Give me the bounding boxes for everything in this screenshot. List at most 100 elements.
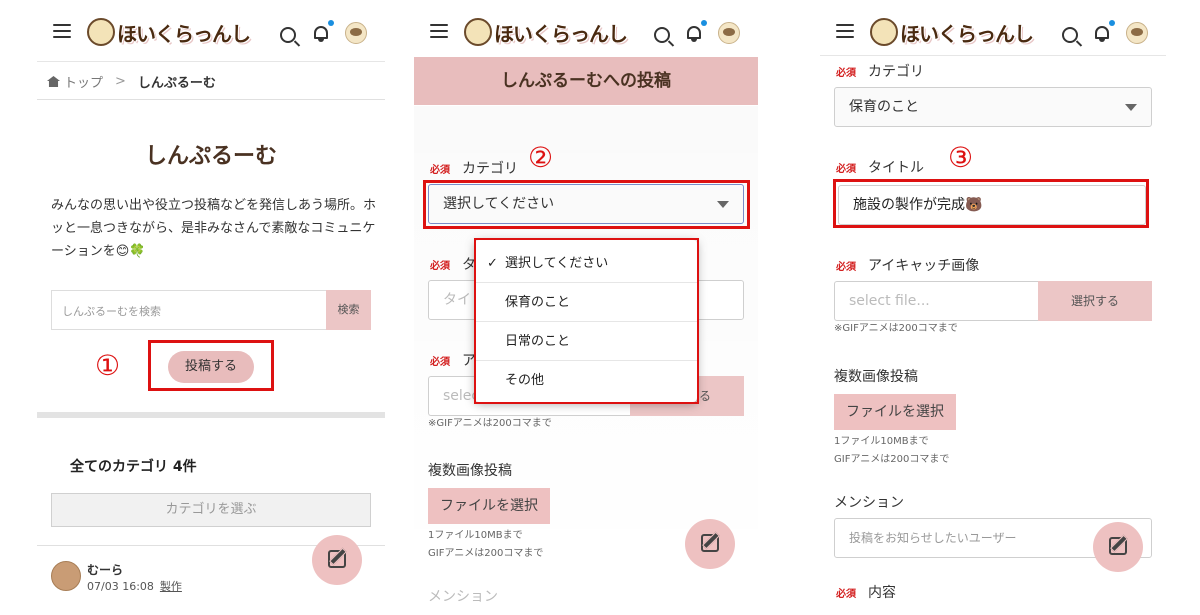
section-separator — [37, 412, 385, 418]
bell-icon[interactable] — [1094, 20, 1115, 42]
logo-text: ほいくらっんし — [117, 21, 251, 46]
file-select-button[interactable]: 選択する — [1038, 281, 1152, 321]
mascot-icon — [870, 18, 898, 46]
highlight-box — [474, 238, 699, 404]
step-number-3: ③ — [948, 141, 974, 174]
search-button[interactable]: 検索 — [326, 290, 371, 330]
eyecatch-label: 必須 アイキャッチ画像 — [836, 255, 979, 275]
category-count: 全てのカテゴリ 4件 — [70, 459, 197, 475]
app-logo[interactable]: ほいくらっんし — [87, 14, 251, 50]
title-placeholder: タイ — [443, 292, 471, 308]
step-number-2: ② — [528, 141, 554, 174]
notification-dot — [1109, 20, 1115, 26]
logo-text: ほいくらっんし — [494, 21, 628, 46]
mention-label: メンション — [834, 495, 904, 511]
search-icon[interactable] — [280, 27, 296, 43]
mascot-icon — [464, 18, 492, 46]
gif-limit-note: GIFアニメは200コマまで — [834, 454, 950, 465]
page-title: しんぷるーむ — [144, 144, 277, 169]
post-author-avatar[interactable] — [51, 561, 81, 591]
mention-placeholder: 投稿をお知らせしたいユーザー — [849, 531, 1017, 545]
post-button[interactable]: 投稿する — [168, 351, 254, 383]
content-label-text: 内容 — [868, 585, 896, 601]
post-category-tag[interactable]: 製作 — [160, 580, 182, 593]
compose-fab-button[interactable] — [1093, 522, 1143, 572]
search-icon[interactable] — [1062, 27, 1078, 43]
category-select-value: 保育のこと — [849, 99, 919, 115]
hamburger-menu-icon[interactable] — [53, 24, 71, 38]
bell-icon[interactable] — [313, 20, 334, 42]
post-date: 07/03 16:08 — [87, 580, 154, 593]
required-badge: 必須 — [836, 68, 856, 79]
required-badge: 必須 — [836, 589, 856, 600]
board-search-input[interactable]: しんぷるーむを検索 — [51, 290, 326, 330]
home-icon[interactable] — [47, 76, 60, 87]
category-label: 必須 カテゴリ — [836, 61, 924, 81]
breadcrumb-separator: > — [115, 74, 126, 89]
breadcrumb: トップ > しんぷるーむ — [47, 72, 216, 91]
user-avatar[interactable] — [1126, 22, 1148, 44]
user-avatar[interactable] — [345, 22, 367, 44]
compose-fab-button[interactable] — [312, 535, 362, 585]
title-label: 必須タ — [430, 254, 476, 274]
highlight-box — [833, 179, 1149, 228]
mascot-icon — [87, 18, 115, 46]
edit-icon — [328, 550, 346, 568]
panel-post-form-filled: 必須 カテゴリ 保育のこと 必須 タイトル ③ 施設の製作が完成🐻 必須 アイキャッチ… — [820, 0, 1166, 615]
app-header: ほいくらっんし — [820, 0, 1166, 56]
mention-label: メンション — [428, 589, 498, 605]
form-title: しんぷるーむへの投稿 — [414, 57, 758, 105]
required-badge: 必須 — [836, 262, 856, 273]
hamburger-menu-icon[interactable] — [836, 24, 854, 38]
hamburger-menu-icon[interactable] — [430, 24, 448, 38]
category-select-button[interactable]: カテゴリを選ぶ — [51, 493, 371, 527]
user-avatar[interactable] — [718, 22, 740, 44]
page-description: みんなの思い出や役立つ投稿などを発信しあう場所。ホッと一息つきながら、是非みなさ… — [51, 198, 377, 259]
gif-note: ※GIFアニメは200コマまで — [834, 323, 958, 334]
chevron-down-icon — [1125, 104, 1137, 111]
app-header: ほいくらっんし — [37, 0, 385, 62]
title-label-text: タイトル — [868, 160, 924, 176]
search-icon[interactable] — [654, 27, 670, 43]
gif-limit-note: GIFアニメは200コマまで — [428, 548, 544, 559]
category-label: 必須 カテゴリ — [430, 158, 518, 178]
logo-text: ほいくらっんし — [900, 21, 1034, 46]
breadcrumb-home[interactable]: トップ — [64, 72, 103, 91]
edit-icon — [701, 534, 719, 552]
category-label-text: カテゴリ — [462, 161, 518, 177]
multi-image-label: 複数画像投稿 — [834, 369, 918, 385]
eyecatch-label: 必須ア — [430, 350, 476, 370]
highlight-box — [423, 180, 750, 229]
post-meta: 07/03 16:08 製作 — [87, 578, 182, 594]
app-logo[interactable]: ほいくらっんし — [464, 14, 628, 50]
required-badge: 必須 — [430, 261, 450, 272]
app-logo[interactable]: ほいくらっんし — [870, 14, 1034, 50]
breadcrumb-current: しんぷるーむ — [137, 76, 216, 91]
title-label: 必須 タイトル — [836, 157, 924, 177]
file-size-note: 1ファイル10MBまで — [834, 436, 929, 447]
bell-icon[interactable] — [686, 20, 707, 42]
file-size-note: 1ファイル10MBまで — [428, 530, 523, 541]
category-select[interactable]: 保育のこと — [834, 87, 1152, 127]
compose-fab-button[interactable] — [685, 519, 735, 569]
step-number-1: ① — [95, 349, 121, 382]
multi-image-label: 複数画像投稿 — [428, 463, 512, 479]
divider — [37, 99, 385, 100]
content-label: 必須 内容 — [836, 582, 896, 602]
notification-dot — [328, 20, 334, 26]
notification-dot — [701, 20, 707, 26]
required-badge: 必須 — [430, 165, 450, 176]
edit-icon — [1109, 537, 1127, 555]
multi-file-button[interactable]: ファイルを選択 — [834, 394, 956, 430]
post-author-name[interactable]: むーら — [87, 561, 123, 578]
category-label-text: カテゴリ — [868, 64, 924, 80]
required-badge: 必須 — [430, 357, 450, 368]
eyecatch-file-input[interactable]: select file... — [834, 281, 1044, 321]
required-badge: 必須 — [836, 164, 856, 175]
eyecatch-label-text: アイキャッチ画像 — [868, 258, 980, 274]
multi-file-button[interactable]: ファイルを選択 — [428, 488, 550, 524]
file-placeholder: select file... — [849, 293, 930, 309]
panel-post-form-dropdown: ほいくらっんし しんぷるーむへの投稿 必須 カテゴリ ② 選択してください 必須タ… — [414, 0, 758, 615]
panel-board: ほいくらっんし トップ > しんぷるーむ しんぷるーむ みんなの思い出や役立つ投… — [37, 0, 385, 615]
gif-note: ※GIFアニメは200コマまで — [428, 418, 552, 429]
